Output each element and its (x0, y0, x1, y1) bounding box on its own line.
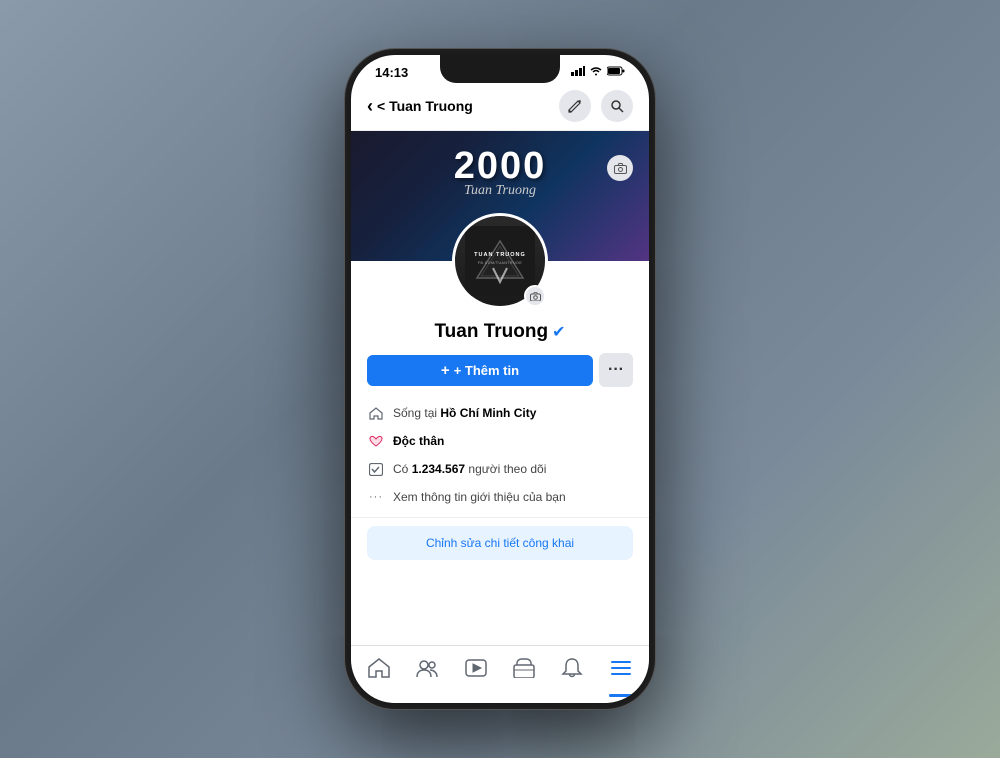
action-row: + + Thêm tin ··· (351, 343, 649, 395)
list-item: Sống tại Hồ Chí Minh City (367, 399, 633, 427)
cover-signature: Tuan Truong (464, 183, 536, 199)
camera-icon (614, 163, 627, 174)
nav-tab-home[interactable] (355, 646, 403, 695)
status-time: 14:13 (375, 65, 408, 80)
location-text: Sống tại Hồ Chí Minh City (393, 406, 536, 420)
nav-tab-marketplace[interactable] (500, 646, 548, 695)
phone-screen: 14:13 (351, 55, 649, 703)
nav-title: < Tuan Truong (377, 98, 473, 114)
svg-text:TUAN TRUONG: TUAN TRUONG (474, 252, 526, 258)
avatar-camera-icon (530, 292, 541, 301)
battery-icon (607, 66, 625, 79)
list-item: Độc thân (367, 427, 633, 455)
notifications-nav-icon (561, 657, 583, 685)
avatar-wrapper: TUAN TRUONG FB.COM/TUANTRUOE (452, 213, 548, 309)
wifi-icon (589, 66, 603, 79)
edit-public-button[interactable]: Chỉnh sửa chi tiết công khai (426, 536, 574, 550)
menu-nav-icon (610, 658, 632, 684)
avatar-logo-svg: TUAN TRUONG FB.COM/TUANTRUOE (465, 226, 535, 296)
bio-text: Xem thông tin giới thiệu của bạn (393, 490, 566, 504)
search-button[interactable] (601, 90, 633, 122)
profile-info: Tuan Truong ✔ (351, 309, 649, 343)
friends-nav-icon (416, 658, 438, 684)
info-list: Sống tại Hồ Chí Minh City Độc thân (351, 395, 649, 518)
edit-icon (568, 99, 582, 113)
phone-wrapper: 14:13 (345, 49, 655, 709)
home-nav-icon (368, 658, 390, 684)
cover-title: 2000 (454, 145, 547, 188)
more-dots-icon: ··· (608, 361, 624, 379)
check-icon (369, 463, 383, 476)
followers-text: Có 1.234.567 người theo dõi (393, 462, 546, 476)
nav-tab-menu[interactable] (597, 646, 645, 695)
heart-icon (367, 432, 385, 450)
marketplace-nav-icon (513, 658, 535, 684)
nav-tab-watch[interactable] (452, 646, 500, 695)
avatar-camera-button[interactable] (524, 285, 546, 307)
profile-name: Tuan Truong (434, 321, 548, 343)
more-info-icon: ··· (367, 488, 385, 506)
verified-badge: ✔ (552, 322, 565, 342)
back-chevron: ‹ (367, 96, 373, 117)
house-icon (369, 407, 383, 420)
nav-tab-notifications[interactable] (548, 646, 596, 695)
edit-public-section: Chỉnh sửa chi tiết công khai (367, 526, 633, 560)
add-info-button[interactable]: + + Thêm tin (367, 355, 593, 386)
notch (440, 55, 560, 83)
home-icon (367, 404, 385, 422)
bottom-nav (351, 645, 649, 703)
more-button[interactable]: ··· (599, 353, 633, 387)
search-icon (610, 99, 624, 113)
cover-camera-icon[interactable] (607, 155, 633, 181)
list-item: Có 1.234.567 người theo dõi (367, 455, 633, 483)
nav-header: ‹ < Tuan Truong (351, 84, 649, 131)
add-info-label: + Thêm tin (454, 363, 519, 378)
add-info-plus-icon: + (441, 362, 450, 379)
edit-button[interactable] (559, 90, 591, 122)
relationship-icon (369, 435, 383, 448)
list-item: ··· Xem thông tin giới thiệu của bạn (367, 483, 633, 511)
status-icons (571, 66, 625, 79)
svg-text:FB.COM/TUANTRUOE: FB.COM/TUANTRUOE (478, 261, 523, 265)
signal-icon (571, 66, 585, 79)
nav-back[interactable]: ‹ < Tuan Truong (367, 96, 473, 117)
watch-nav-icon (465, 658, 487, 684)
nav-actions (559, 90, 633, 122)
avatar-section: TUAN TRUONG FB.COM/TUANTRUOE (351, 213, 649, 309)
profile-name-row: Tuan Truong ✔ (367, 321, 633, 343)
phone-outer: 14:13 (345, 49, 655, 709)
followers-icon (367, 460, 385, 478)
relationship-text: Độc thân (393, 434, 444, 448)
nav-tab-friends[interactable] (403, 646, 451, 695)
